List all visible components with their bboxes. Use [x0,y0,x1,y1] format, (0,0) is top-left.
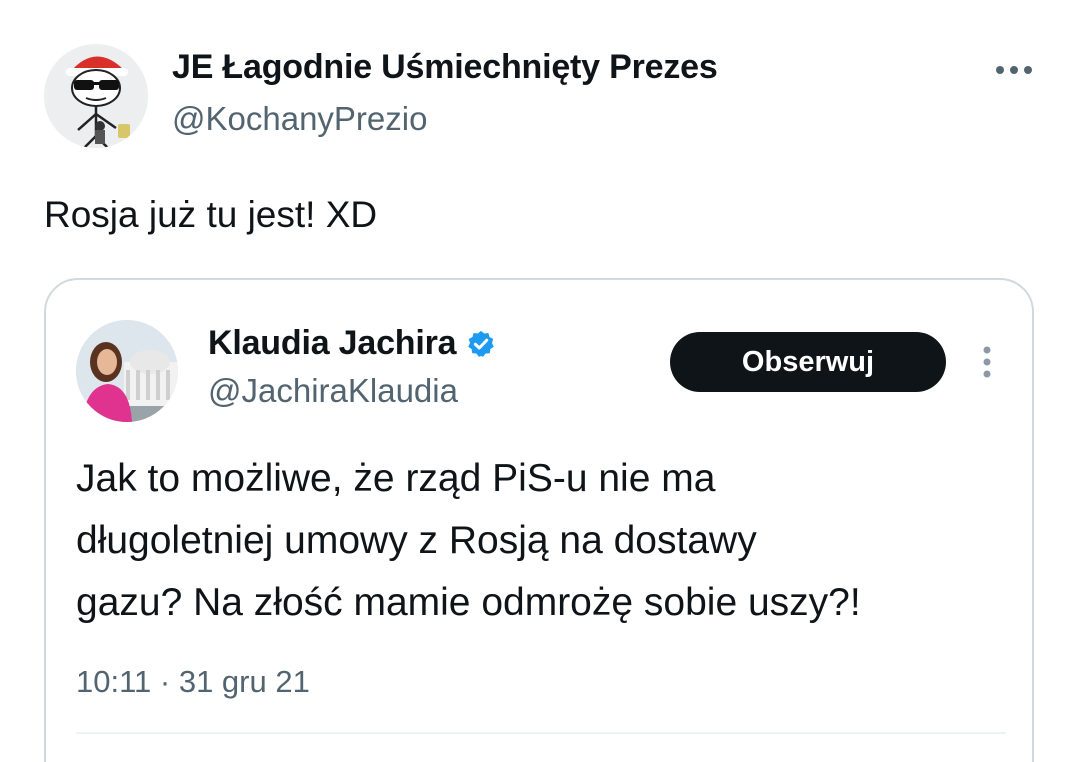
quoted-tweet-line: długoletniej umowy z Rosją na dostawy [76,519,757,562]
quoted-tweet-timestamp[interactable]: 10:11 · 31 gru 21 [76,664,310,700]
quoted-tweet-text: Jak to możliwe, że rząd PiS-u nie ma dłu… [76,448,1006,634]
follow-button[interactable]: Obserwuj [670,332,946,392]
tweet: JE Łagodnie Uśmiechnięty Prezes @Kochany… [0,0,1080,762]
author-avatar[interactable] [44,44,148,148]
quoted-author-avatar[interactable] [76,320,178,422]
quoted-tweet-card[interactable]: Klaudia Jachira @JachiraKlaudia Obserwuj… [44,278,1034,762]
more-vertical-icon [983,346,991,378]
tweet-text: Rosja już tu jest! XD [44,194,378,235]
author-name[interactable]: JE Łagodnie Uśmiechnięty Prezes [172,48,718,87]
more-options-button[interactable] [992,50,1036,90]
quoted-author-handle[interactable]: @JachiraKlaudia [208,372,458,410]
quoted-author-name[interactable]: Klaudia Jachira [208,324,457,363]
divider [76,732,1006,734]
quoted-author-name-row: Klaudia Jachira [208,324,496,363]
quoted-tweet-line: Jak to możliwe, że rząd PiS-u nie ma [76,457,716,500]
quoted-tweet-line: gazu? Na złość mamie odmrożę sobie uszy?… [76,581,861,624]
author-handle[interactable]: @KochanyPrezio [172,100,427,138]
more-horizontal-icon [996,66,1032,74]
verified-badge-icon [468,330,495,357]
quoted-more-options-button[interactable] [972,340,1002,384]
